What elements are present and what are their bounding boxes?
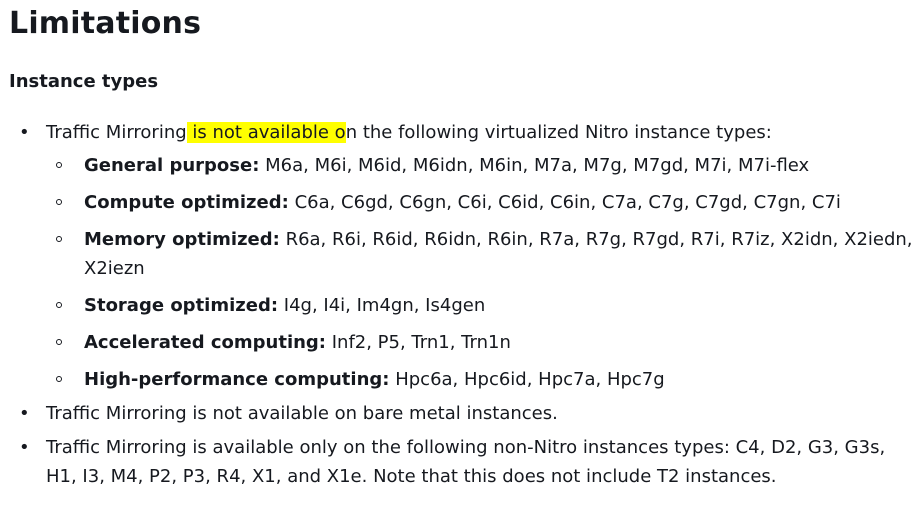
bare-metal-text: Traffic Mirroring is not available on ba… (46, 403, 558, 424)
circle-bullet-icon (56, 376, 62, 382)
highlighted-text: is not available o (186, 122, 346, 143)
sublist-item-compute-optimized: Compute optimized: C6a, C6gd, C6gn, C6i,… (46, 188, 914, 217)
nitro-types-sublist: General purpose: M6a, M6i, M6id, M6idn, … (46, 151, 914, 394)
circle-bullet-icon (56, 199, 62, 205)
sublist-item-label: Storage optimized: (84, 295, 279, 316)
list-item-nitro: • Traffic Mirroring is not available on … (9, 118, 914, 394)
sublist-item-accelerated-computing: Accelerated computing: Inf2, P5, Trn1, T… (46, 328, 914, 357)
sublist-item-storage-optimized: Storage optimized: I4g, I4i, Im4gn, Is4g… (46, 291, 914, 320)
circle-bullet-icon (56, 302, 62, 308)
sublist-item-value: I4g, I4i, Im4gn, Is4gen (278, 295, 486, 316)
circle-bullet-icon (56, 162, 62, 168)
circle-bullet-icon (56, 339, 62, 345)
sublist-item-label: High-performance computing: (84, 369, 390, 390)
sublist-item-label: Memory optimized: (84, 229, 280, 250)
sublist-item-label: Accelerated computing: (84, 332, 327, 353)
sublist-item-label: Compute optimized: (84, 192, 289, 213)
bullet-icon: • (19, 122, 30, 143)
bullet-icon: • (19, 403, 30, 424)
nitro-text-after: n the following virtualized Nitro instan… (345, 122, 772, 143)
sublist-item-value: C6a, C6gd, C6gn, C6i, C6id, C6in, C7a, C… (288, 192, 841, 213)
sublist-item-value: Inf2, P5, Trn1, Trn1n (326, 332, 511, 353)
sublist-item-label: General purpose: (84, 155, 260, 176)
sublist-item-value: M6a, M6i, M6id, M6idn, M6in, M7a, M7g, M… (259, 155, 810, 176)
non-nitro-text: Traffic Mirroring is available only on t… (46, 437, 886, 487)
list-item-non-nitro: • Traffic Mirroring is available only on… (9, 433, 914, 491)
bullet-icon: • (19, 437, 30, 458)
sublist-item-hpc: High-performance computing: Hpc6a, Hpc6i… (46, 365, 914, 394)
sublist-item-memory-optimized: Memory optimized: R6a, R6i, R6id, R6idn,… (46, 225, 914, 283)
page-title: Limitations (9, 6, 202, 41)
nitro-text-before: Traffic Mirroring (46, 122, 187, 143)
circle-bullet-icon (56, 236, 62, 242)
list-item-bare-metal: • Traffic Mirroring is not available on … (9, 399, 914, 428)
sublist-item-general-purpose: General purpose: M6a, M6i, M6id, M6idn, … (46, 151, 914, 180)
section-subtitle: Instance types (9, 71, 159, 92)
sublist-item-value: Hpc6a, Hpc6id, Hpc7a, Hpc7g (389, 369, 665, 390)
limitations-list: • Traffic Mirroring is not available on … (9, 118, 914, 491)
